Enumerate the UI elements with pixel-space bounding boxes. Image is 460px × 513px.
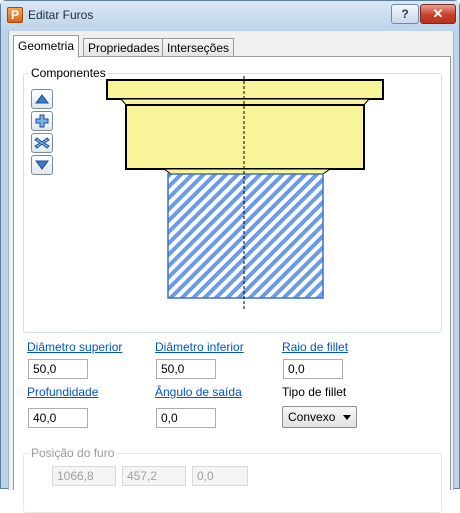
top-cap-component[interactable]	[106, 79, 384, 100]
tab-geometria[interactable]: Geometria	[13, 35, 80, 58]
upper-body-component[interactable]	[125, 104, 365, 170]
position-x-input[interactable]: 1066,8	[52, 466, 116, 486]
title-bar[interactable]: P Editar Furos ? ✕	[1, 1, 459, 31]
dialog-client-area: Geometria Propriedades Interseções Compo…	[8, 31, 454, 513]
edit-holes-dialog: P Editar Furos ? ✕ Geometria Propriedade…	[0, 0, 460, 513]
window-title: Editar Furos	[28, 8, 94, 22]
diametro-inferior-link[interactable]: Diâmetro inferior	[155, 340, 244, 354]
profundidade-input[interactable]: 40,0	[28, 408, 88, 428]
angulo-saida-link[interactable]: Ângulo de saída	[155, 385, 242, 399]
position-z-input[interactable]: 0,0	[192, 466, 248, 486]
hole-position-group: Posição do furo 1066,8 457,2 0,0	[23, 446, 442, 513]
tab-propriedades[interactable]: Propriedades	[83, 38, 165, 57]
tab-intersecoes[interactable]: Interseções	[162, 38, 235, 57]
raio-fillet-link[interactable]: Raio de fillet	[282, 340, 348, 354]
geometry-panel: Componentes Diâmetro superior Diâmetro i…	[13, 56, 451, 513]
help-button[interactable]: ?	[391, 4, 419, 24]
diametro-superior-link[interactable]: Diâmetro superior	[27, 340, 122, 354]
diametro-inferior-input[interactable]: 50,0	[156, 359, 216, 379]
close-button[interactable]: ✕	[420, 4, 456, 24]
profundidade-link[interactable]: Profundidade	[27, 385, 98, 399]
diametro-superior-input[interactable]: 50,0	[28, 359, 88, 379]
app-icon: P	[7, 7, 23, 23]
tipo-fillet-value: Convexo	[288, 410, 336, 424]
position-y-input[interactable]: 457,2	[122, 466, 186, 486]
raio-fillet-input[interactable]: 0,0	[283, 359, 343, 379]
tipo-fillet-label: Tipo de fillet	[282, 385, 347, 399]
hole-preview-canvas[interactable]	[24, 74, 443, 334]
chevron-down-icon	[343, 415, 351, 420]
components-group: Componentes	[23, 66, 443, 334]
hole-position-legend: Posição do furo	[29, 446, 117, 460]
hole-component[interactable]	[167, 173, 324, 299]
tipo-fillet-select[interactable]: Convexo	[282, 406, 357, 428]
angulo-saida-input[interactable]: 0,0	[156, 408, 216, 428]
